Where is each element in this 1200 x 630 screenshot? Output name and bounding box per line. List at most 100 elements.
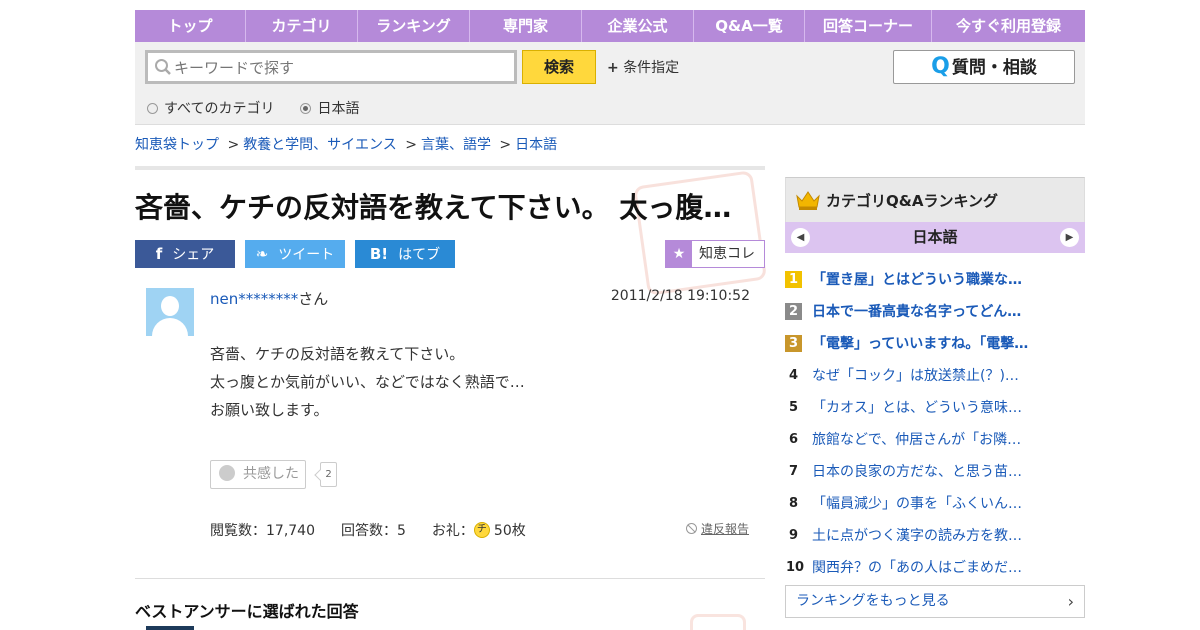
best-answer-heading: ベストアンサーに選ばれた回答 xyxy=(135,602,359,621)
nav-official[interactable]: 企業公式 xyxy=(582,10,694,42)
rank-text[interactable]: 旅館などで、仲居さんが「お隣… xyxy=(812,429,1021,449)
nav-register[interactable]: 今すぐ利用登録 xyxy=(932,10,1085,42)
breadcrumb-separator: > xyxy=(405,137,417,153)
nav-experts[interactable]: 専門家 xyxy=(470,10,582,42)
ranking-category: 日本語 xyxy=(912,228,958,246)
ranking-item[interactable]: 9 土に点がつく漢字の読み方を教… xyxy=(785,519,1085,551)
rank-text[interactable]: 「幅員減少」の事を「ふくいん… xyxy=(812,493,1022,513)
rank-number: 10 xyxy=(785,559,805,575)
nav-qa-list[interactable]: Q&A一覧 xyxy=(694,10,805,42)
rank-text[interactable]: 「カオス」とは、どういう意味… xyxy=(812,397,1022,417)
empathy-button[interactable]: 共感した xyxy=(210,460,306,489)
radio-selected-icon xyxy=(300,103,312,114)
twitter-share-button[interactable]: ❧ ツイート xyxy=(245,240,345,268)
breadcrumb-top[interactable]: 知恵袋トップ xyxy=(135,137,219,153)
next-arrow-icon[interactable]: ▶ xyxy=(1060,228,1079,247)
breadcrumb-separator: > xyxy=(227,137,240,153)
reward-label: お礼： xyxy=(431,523,474,539)
rank-text[interactable]: 「置き屋」とはどういう職業な… xyxy=(812,269,1022,289)
question-line: 太っ腹とか気前がいい、などではなく熟語で… xyxy=(210,373,525,391)
empathy-label: 共感した xyxy=(243,466,299,482)
answer-count: 回答数：5 xyxy=(341,523,406,539)
rank-text[interactable]: なぜ「コック」は放送禁止(？)… xyxy=(812,365,1019,385)
scope-japanese[interactable]: 日本語 xyxy=(300,98,359,118)
nav-category[interactable]: カテゴリ xyxy=(246,10,358,42)
prev-arrow-icon[interactable]: ◀ xyxy=(791,228,810,247)
ranking-item[interactable]: 1 「置き屋」とはどういう職業な… xyxy=(785,263,1085,295)
rank-text[interactable]: 日本の良家の方だな、と思う苗… xyxy=(812,461,1022,481)
nav-top[interactable]: トップ xyxy=(135,10,246,42)
twitter-label: ツイート xyxy=(278,247,335,263)
reward-value: 50枚 xyxy=(493,523,526,539)
ranking-item[interactable]: 8 「幅員減少」の事を「ふくいん… xyxy=(785,487,1085,519)
ranking-item[interactable]: 2 日本で一番高貴な名字ってどん… xyxy=(785,295,1085,327)
star-icon: ★ xyxy=(666,241,692,267)
plus-icon: + xyxy=(607,60,619,76)
rank-text[interactable]: 土に点がつく漢字の読み方を教… xyxy=(812,525,1022,545)
global-nav: トップ カテゴリ ランキング 専門家 企業公式 Q&A一覧 回答コーナー 今すぐ… xyxy=(135,10,1085,42)
question-title: 吝嗇、ケチの反対語を教えて下さい。 太っ腹… xyxy=(135,191,732,224)
twitter-icon: ❧ xyxy=(255,245,269,263)
rank-number: 4 xyxy=(788,367,799,383)
ask-question-button[interactable]: Q 質問・相談 xyxy=(893,50,1075,84)
ranking-item[interactable]: 5 「カオス」とは、どういう意味… xyxy=(785,391,1085,423)
empathy-count: 2 xyxy=(320,462,337,487)
avatar-head xyxy=(161,296,179,316)
rank-number: 5 xyxy=(788,399,799,415)
breadcrumb-japanese[interactable]: 日本語 xyxy=(515,137,557,153)
report-label: 違反報告 xyxy=(701,522,750,536)
author-link[interactable]: nen******** xyxy=(210,290,298,308)
ranking-header: カテゴリQ&Aランキング xyxy=(785,177,1085,222)
rank-text[interactable]: 「電撃」っていいますね。「電撃… xyxy=(812,333,1028,353)
question-body: 吝嗇、ケチの反対語を教えて下さい。 太っ腹とか気前がいい、などではなく熟語で… … xyxy=(210,340,750,424)
reward: お礼：チ 50枚 xyxy=(432,520,526,540)
breadcrumb-science[interactable]: 教養と学問、サイエンス xyxy=(243,137,397,153)
smile-icon xyxy=(219,465,235,481)
search-area: 検索 + 条件指定 Q質問・相談 すべてのカテゴリ 日本語 xyxy=(135,42,1085,125)
facebook-share-button[interactable]: f シェア xyxy=(135,240,235,268)
question-line: お願い致します。 xyxy=(210,401,329,419)
avatar[interactable] xyxy=(146,288,194,336)
ranking-item[interactable]: 10 関西弁？の「あの人はごまめだ… xyxy=(785,551,1085,583)
avatar-body xyxy=(152,318,188,336)
ranking-item[interactable]: 6 旅館などで、仲居さんが「お隣… xyxy=(785,423,1085,455)
q-icon: Q xyxy=(931,54,950,79)
rank-number: 2 xyxy=(785,302,802,320)
nav-ranking[interactable]: ランキング xyxy=(358,10,470,42)
section-rule xyxy=(135,166,765,170)
condition-label: 条件指定 xyxy=(623,60,680,76)
rank-number: 7 xyxy=(788,463,799,479)
hatena-share-button[interactable]: B! はてブ xyxy=(355,240,455,268)
ask-label: 質問・相談 xyxy=(951,58,1037,78)
condition-toggle[interactable]: + 条件指定 xyxy=(607,57,679,77)
rank-number: 3 xyxy=(785,334,802,352)
rank-text[interactable]: 日本で一番高貴な名字ってどん… xyxy=(812,301,1021,321)
best-answer-stamp xyxy=(690,614,746,630)
chevron-right-icon: › xyxy=(1067,592,1074,611)
nav-answer-corner[interactable]: 回答コーナー xyxy=(805,10,932,42)
ranking-item[interactable]: 4 なぜ「コック」は放送禁止(？)… xyxy=(785,359,1085,391)
share-buttons: f シェア ❧ ツイート B! はてブ xyxy=(135,240,465,268)
chiekore-button[interactable]: ★ 知恵コレ xyxy=(665,240,765,268)
ranking-item[interactable]: 3 「電撃」っていいますね。「電撃… xyxy=(785,327,1085,359)
question-stats: 閲覧数：17,740 回答数：5 お礼：チ 50枚 xyxy=(210,520,552,540)
scope-all[interactable]: すべてのカテゴリ xyxy=(147,98,274,118)
search-icon xyxy=(155,59,171,75)
ban-icon xyxy=(686,523,697,534)
report-link[interactable]: 違反報告 xyxy=(686,520,749,537)
view-count: 閲覧数：17,740 xyxy=(210,523,315,539)
rank-text[interactable]: 関西弁？の「あの人はごまめだ… xyxy=(812,557,1022,577)
search-scope: すべてのカテゴリ 日本語 xyxy=(147,98,385,118)
search-button[interactable]: 検索 xyxy=(522,50,596,84)
best-answer-avatar[interactable] xyxy=(146,626,194,630)
rank-number: 9 xyxy=(788,527,799,543)
question-line: 吝嗇、ケチの反対語を教えて下さい。 xyxy=(210,345,465,363)
ranking-item[interactable]: 7 日本の良家の方だな、と思う苗… xyxy=(785,455,1085,487)
search-field[interactable] xyxy=(145,50,517,84)
author-suffix: さん xyxy=(298,290,329,308)
radio-icon xyxy=(147,103,158,114)
search-input[interactable] xyxy=(174,57,504,79)
ranking-more-link[interactable]: ランキングをもっと見る › xyxy=(785,585,1085,618)
crown-icon xyxy=(796,191,820,210)
breadcrumb-language[interactable]: 言葉、語学 xyxy=(421,137,491,153)
